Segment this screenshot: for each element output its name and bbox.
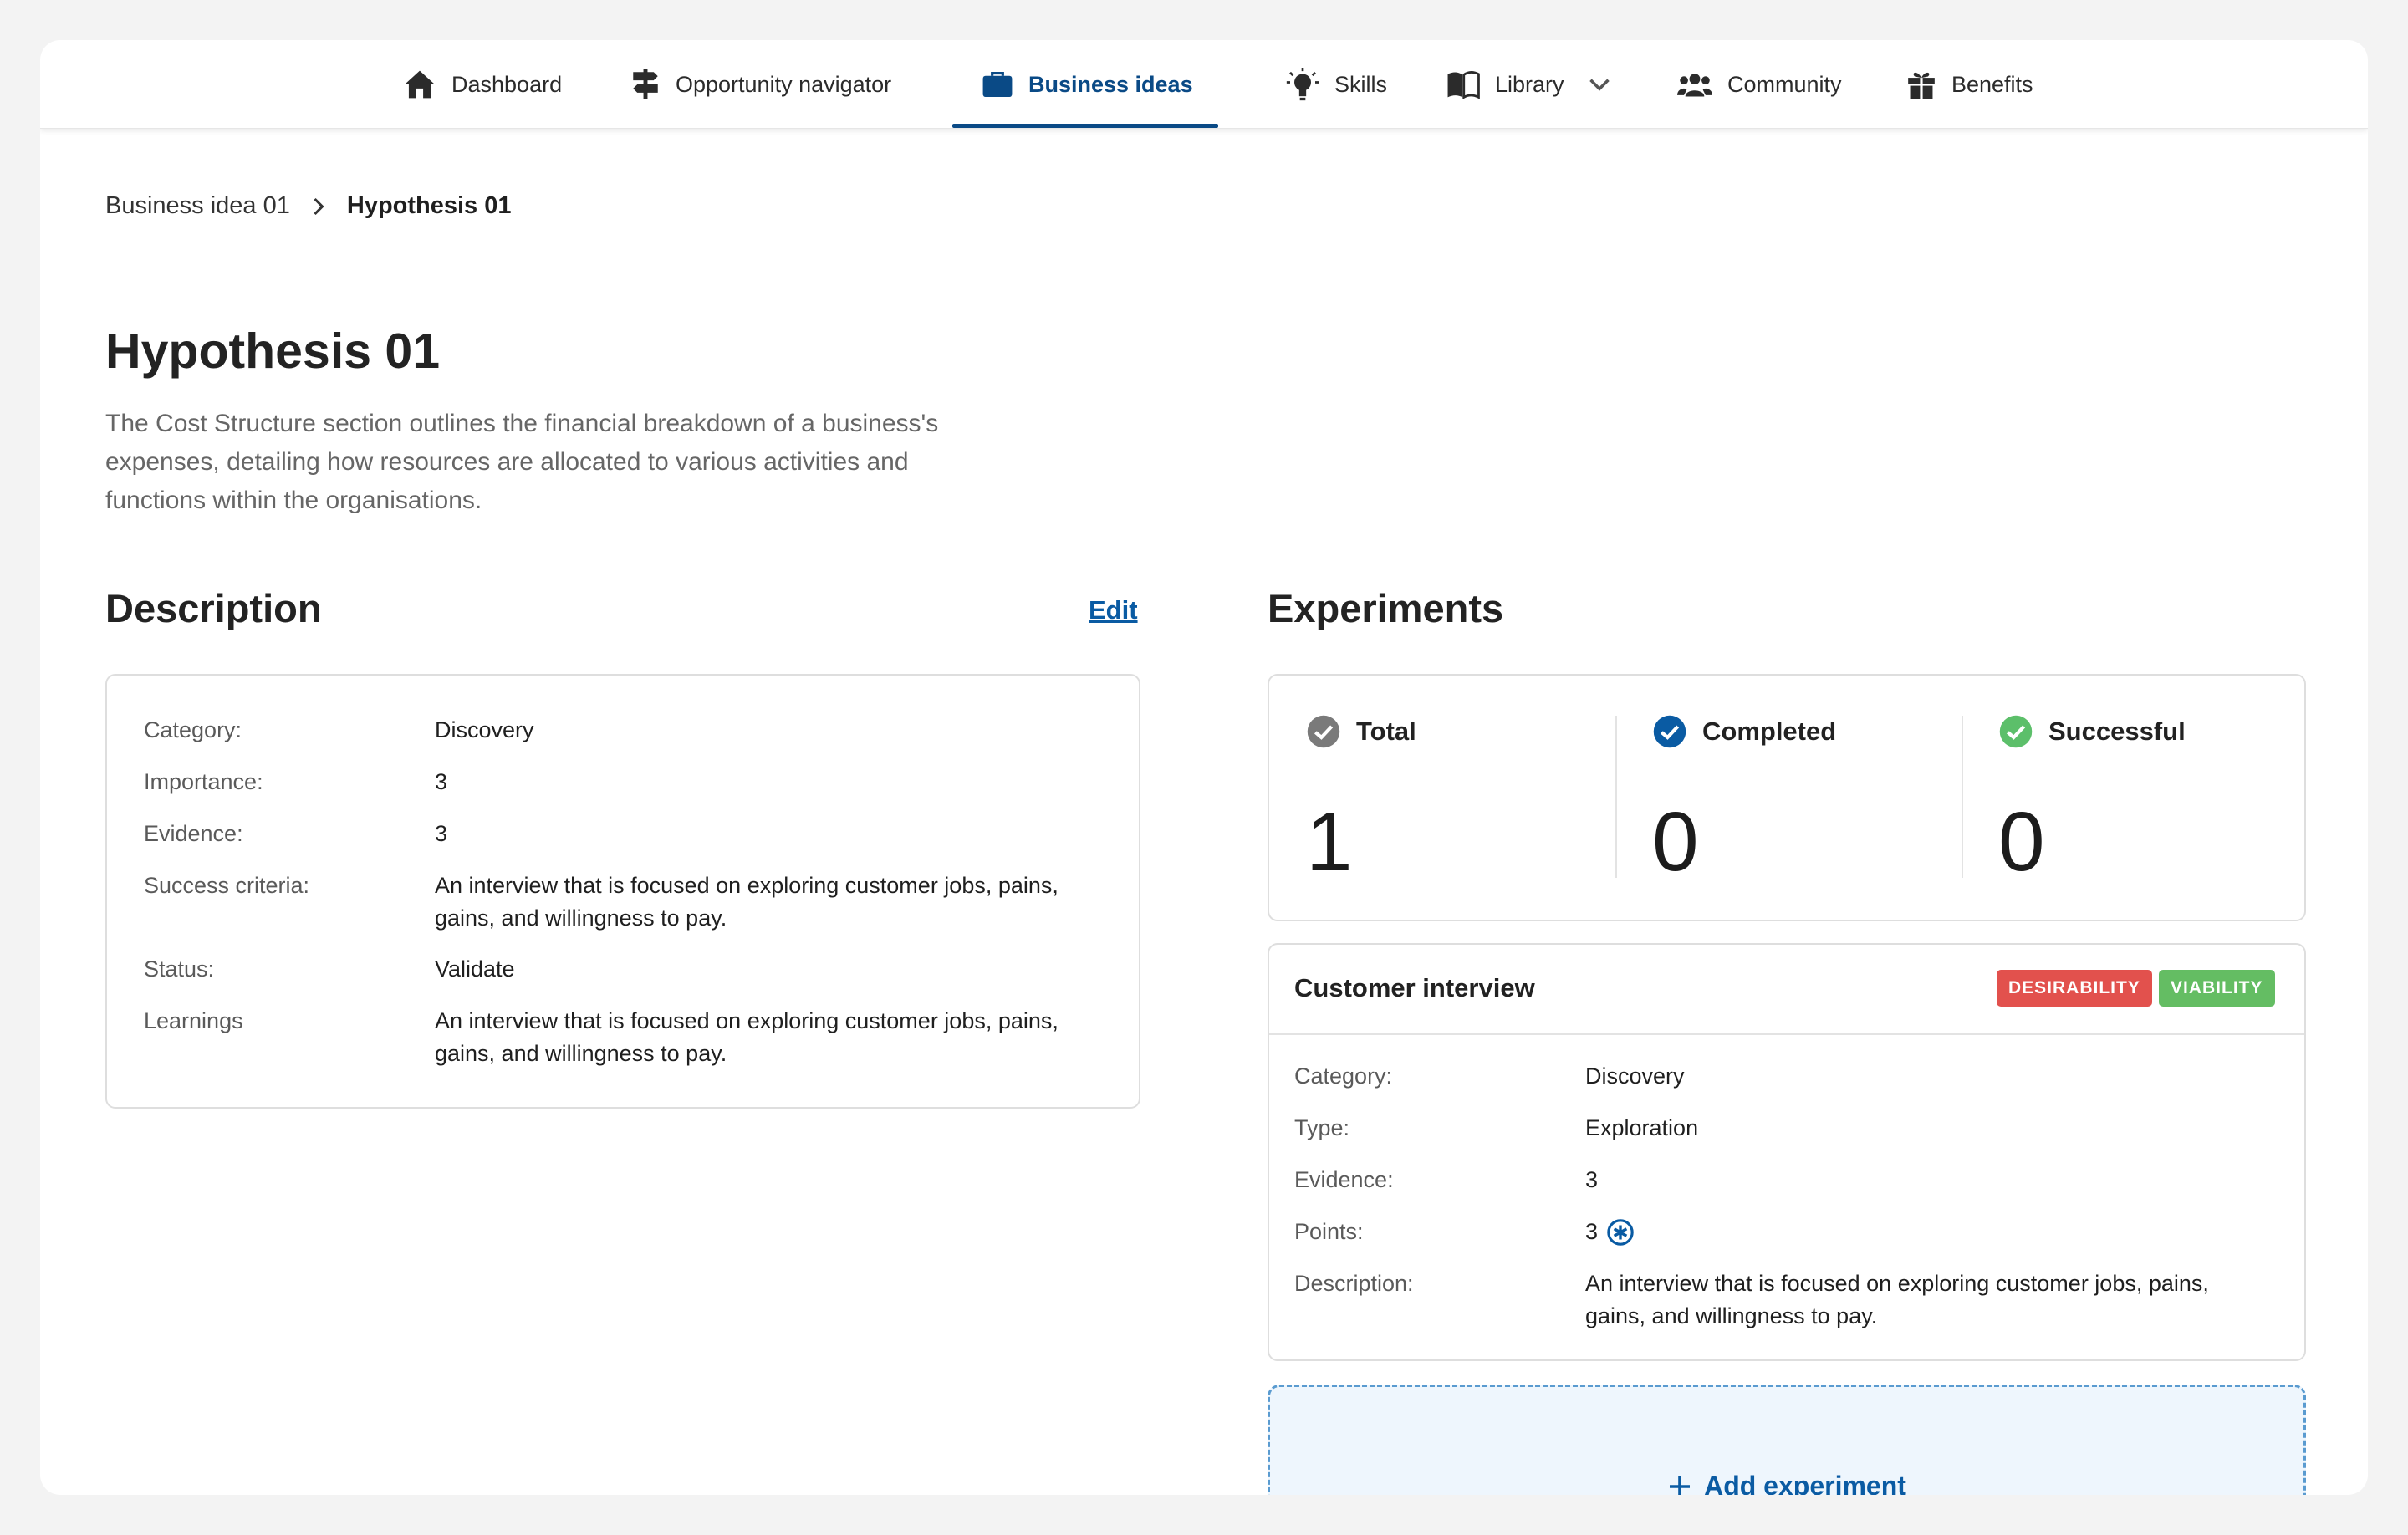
row-key: Evidence: [144, 821, 243, 846]
add-experiment-label: Add experiment [1704, 1471, 1906, 1495]
row-value: Discovery [435, 717, 534, 742]
nav-label: Dashboard [452, 71, 563, 97]
stat-label: Successful [2048, 717, 2186, 746]
row-key: Evidence: [1294, 1167, 1394, 1192]
stat-total: Total 1 [1306, 714, 1416, 889]
experiment-title: Customer interview [1294, 973, 1535, 1002]
row-value: An interview that is focused on explorin… [1585, 1271, 2209, 1328]
plus-icon [1670, 1476, 1691, 1495]
add-experiment-button[interactable]: Add experiment [1268, 1385, 2306, 1495]
row-value: An interview that is focused on explorin… [435, 873, 1059, 931]
experiments-stats-card: Total 1 Completed 0 Successful 0 [1268, 674, 2306, 921]
badge-viability: VIABILITY [2159, 970, 2275, 1007]
nav-item-opportunity-navigator[interactable]: Opportunity navigator [630, 40, 891, 129]
stat-label: Total [1356, 717, 1416, 746]
row-value: 3 [435, 769, 448, 794]
check-circle-icon [1653, 715, 1686, 748]
nav-label: Community [1727, 71, 1842, 97]
nav-label: Opportunity navigator [676, 71, 892, 97]
experiments-heading: Experiments [1268, 586, 1504, 630]
points-star-icon [1607, 1218, 1634, 1246]
row-key: Importance: [144, 769, 263, 794]
chevron-right-icon [314, 197, 324, 215]
description-card: Category: Discovery Importance: 3 Eviden… [105, 674, 1140, 1109]
experiment-card[interactable]: Customer interview DESIRABILITY VIABILIT… [1268, 943, 2306, 1361]
row-value: Validate [435, 956, 515, 982]
stat-value: 0 [1652, 795, 1699, 889]
row-value: 3 [1585, 1219, 1599, 1244]
check-circle-icon [1999, 715, 2033, 748]
briefcase-icon [982, 71, 1013, 98]
nav-label: Business ideas [1028, 71, 1193, 97]
active-tab-indicator [952, 124, 1218, 128]
signpost-icon [633, 69, 658, 99]
stat-value: 1 [1306, 795, 1353, 889]
breadcrumb-parent-link[interactable]: Business idea 01 [105, 192, 290, 220]
nav-item-community[interactable]: Community [1677, 40, 1842, 129]
nav-item-benefits[interactable]: Benefits [1906, 40, 2033, 129]
stat-successful: Successful 0 [1998, 714, 2186, 889]
users-icon [1677, 74, 1712, 97]
nav-item-library[interactable]: Library [1446, 40, 1611, 129]
gift-icon [1908, 72, 1935, 99]
row-key: Status: [144, 956, 215, 982]
nav-item-dashboard[interactable]: Dashboard [403, 40, 562, 129]
app-window: Dashboard Opportunity navigator Business… [40, 40, 2368, 1495]
row-key: Type: [1294, 1115, 1350, 1140]
description-heading: Description [105, 586, 322, 630]
chevron-down-icon[interactable] [1588, 76, 1611, 93]
breadcrumb: Business idea 01 Hypothesis 01 [105, 192, 512, 220]
badge-desirability: DESIRABILITY [1997, 970, 2152, 1007]
stat-divider [1615, 716, 1617, 878]
edit-description-link[interactable]: Edit [1089, 595, 1138, 625]
nav-item-skills[interactable]: Skills [1286, 40, 1387, 129]
row-key: Category: [144, 717, 242, 742]
add-experiment-label-wrap: Add experiment [1270, 1471, 2303, 1495]
breadcrumb-current: Hypothesis 01 [346, 192, 512, 219]
row-key: Points: [1294, 1219, 1364, 1244]
nav-label: Skills [1334, 71, 1388, 97]
stat-value: 0 [1998, 795, 2045, 889]
page-subtitle: The Cost Structure section outlines the … [105, 410, 939, 514]
nav-item-business-ideas[interactable]: Business ideas [982, 40, 1193, 129]
row-value: An interview that is focused on explorin… [435, 1008, 1059, 1066]
row-value: 3 [435, 821, 448, 846]
check-circle-icon [1307, 715, 1340, 748]
stat-label: Completed [1702, 717, 1837, 746]
row-key: Category: [1294, 1063, 1393, 1089]
row-key: Description: [1294, 1271, 1414, 1296]
nav-label: Library [1495, 71, 1564, 97]
stat-completed: Completed 0 [1652, 714, 1837, 889]
row-value: 3 [1585, 1167, 1599, 1192]
page-title: Hypothesis 01 [105, 324, 441, 379]
row-key: Success criteria: [144, 873, 310, 898]
row-value: Discovery [1585, 1063, 1685, 1089]
top-navigation: Dashboard Opportunity navigator Business… [40, 40, 2368, 129]
row-value: Exploration [1585, 1115, 1699, 1140]
home-icon [405, 70, 435, 99]
experiment-card-header: Customer interview DESIRABILITY VIABILIT… [1269, 945, 2304, 1035]
lightbulb-icon [1286, 68, 1319, 101]
row-value-wrap: 3 [1585, 1216, 2221, 1248]
book-icon [1447, 71, 1480, 99]
nav-label: Benefits [1951, 71, 2033, 97]
row-key: Learnings [144, 1008, 243, 1033]
stat-divider [1962, 716, 1963, 878]
